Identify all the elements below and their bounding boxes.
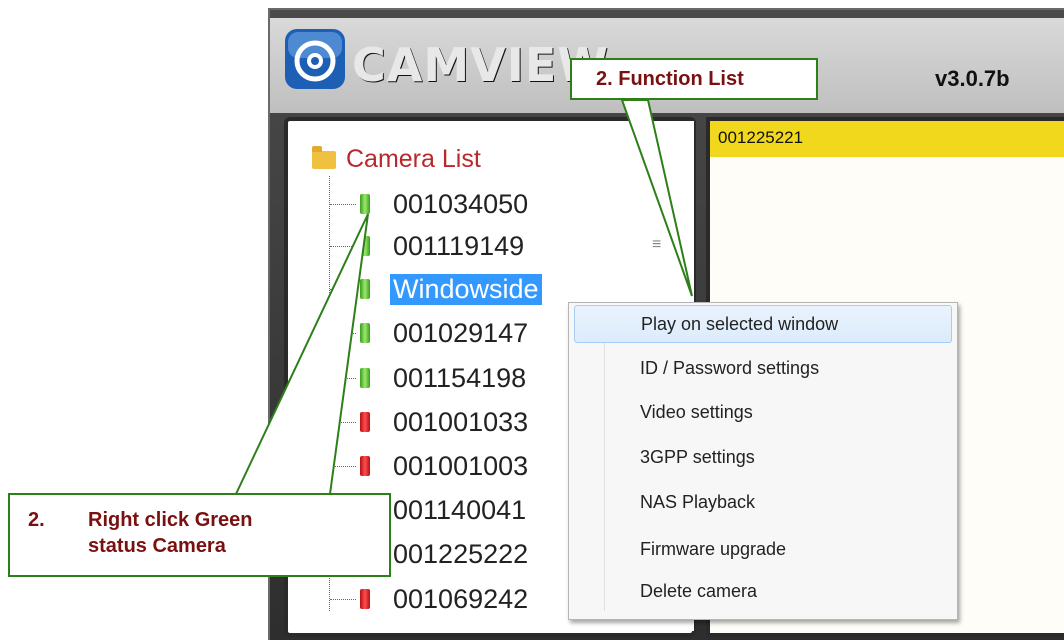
menu-item-video-settings[interactable]: Video settings	[574, 393, 952, 431]
callout-right-click: 2. Right click Green status Camera	[8, 493, 391, 577]
tree-item-camera[interactable]: 001001003	[330, 448, 531, 484]
tree-item-camera-selected[interactable]: Windowside	[330, 271, 542, 307]
camera-label: 001001003	[393, 450, 529, 481]
camera-status-green-icon	[360, 279, 370, 299]
menu-item-play-on-selected-window[interactable]: Play on selected window	[574, 305, 952, 343]
camera-status-green-icon	[360, 323, 370, 343]
camera-status-green-icon	[360, 194, 370, 214]
menu-item-3gpp-settings[interactable]: 3GPP settings	[574, 438, 952, 476]
callout-line-2: status Camera	[88, 535, 226, 557]
camera-label: Windowside	[390, 273, 542, 305]
camera-status-green-icon	[360, 368, 370, 388]
tree-item-camera[interactable]: 001069242	[330, 581, 531, 617]
tree-item-camera[interactable]: 001001033	[330, 404, 531, 440]
camera-status-red-icon	[360, 412, 370, 432]
callout-number: 2.	[28, 509, 45, 531]
tree-item-camera[interactable]: 001034050	[330, 186, 531, 222]
context-menu: Play on selected window ID / Password se…	[568, 302, 958, 620]
menu-item-firmware-upgrade[interactable]: Firmware upgrade	[574, 530, 952, 568]
tree-root-camera-list[interactable]: Camera List	[312, 145, 481, 174]
tree-item-camera[interactable]: 001029147	[330, 315, 531, 351]
camera-label: 001034050	[393, 188, 529, 219]
folder-icon	[312, 145, 336, 169]
tree-item-camera[interactable]: 001119149	[330, 228, 527, 264]
camview-logo-icon	[285, 29, 345, 89]
menu-item-nas-playback[interactable]: NAS Playback	[574, 483, 952, 521]
camera-label: 001029147	[393, 317, 529, 348]
camera-label: 001069242	[393, 583, 529, 614]
camera-status-red-icon	[360, 456, 370, 476]
tree-item-camera[interactable]: 001154198	[330, 360, 529, 396]
scroll-grip-icon[interactable]: ≡	[652, 236, 661, 254]
callout-line-1: Right click Green	[88, 509, 253, 531]
camera-label: 001225222	[393, 538, 529, 569]
camera-status-green-icon	[360, 236, 370, 256]
camera-status-red-icon	[360, 589, 370, 609]
camera-label: 001001033	[393, 406, 529, 437]
menu-item-id-password-settings[interactable]: ID / Password settings	[574, 349, 952, 387]
video-camera-id: 001225221	[718, 128, 804, 147]
callout-function-list: 2. Function List	[570, 58, 818, 100]
camera-label: 001140041	[393, 494, 527, 525]
tree-root-label: Camera List	[346, 145, 481, 173]
camera-label: 001119149	[393, 230, 525, 261]
camera-label: 001154198	[393, 362, 527, 393]
menu-item-delete-camera[interactable]: Delete camera	[574, 572, 952, 610]
app-version: v3.0.7b	[935, 66, 1010, 91]
